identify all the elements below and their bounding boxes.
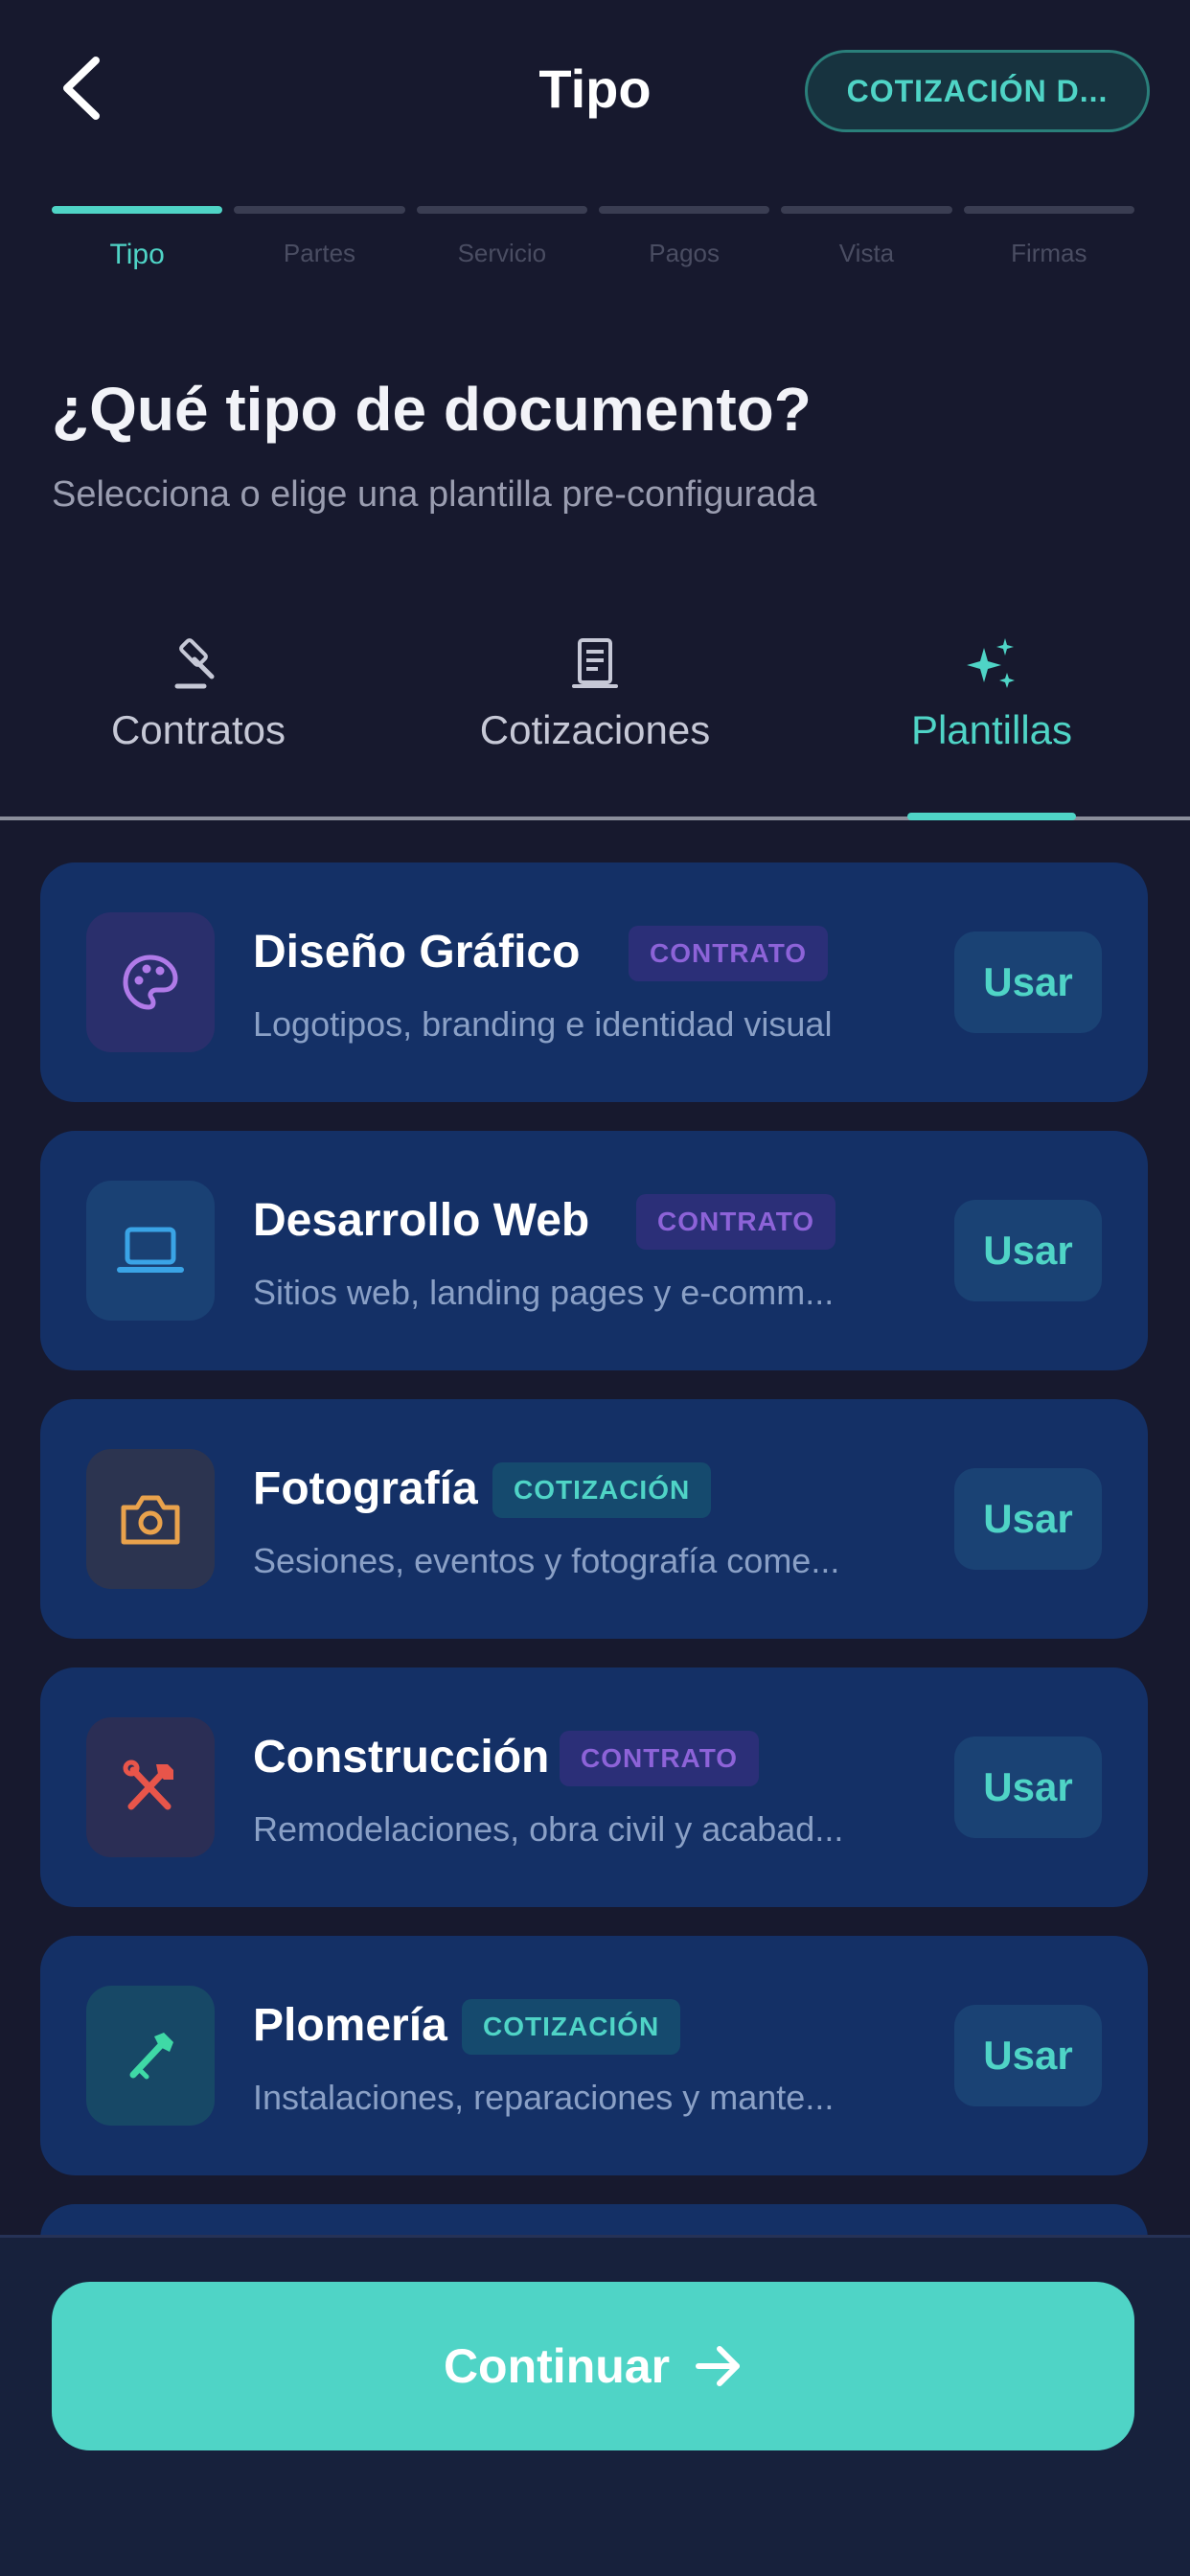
palette-icon <box>86 912 215 1052</box>
step-bar <box>416 206 587 214</box>
template-card[interactable]: Construcción CONTRATO Remodelaciones, ob… <box>40 1668 1148 1907</box>
use-template-button[interactable]: Usar <box>954 2005 1102 2106</box>
template-description: Instalaciones, reparaciones y mante... <box>253 2078 835 2117</box>
template-type-badge: COTIZACIÓN <box>462 1999 681 2055</box>
document-type-pill[interactable]: COTIZACIÓN D... <box>805 50 1150 132</box>
sparkles-icon <box>961 632 1022 694</box>
step-servicio[interactable]: Servicio <box>416 206 587 271</box>
tools-icon <box>86 1717 215 1857</box>
template-description: Sitios web, landing pages y e-comm... <box>253 1273 835 1312</box>
step-label: Servicio <box>457 239 547 267</box>
camera-icon <box>86 1449 215 1589</box>
continue-button[interactable]: Continuar <box>52 2282 1134 2450</box>
gavel-icon <box>168 632 229 694</box>
template-title: Desarrollo Web <box>253 1195 590 1246</box>
step-bar <box>963 206 1134 214</box>
step-bar <box>781 206 952 214</box>
tab-label: Plantillas <box>910 707 1073 752</box>
template-type-badge: CONTRATO <box>629 926 829 981</box>
step-bar <box>234 206 405 214</box>
template-card[interactable]: Diseño Gráfico CONTRATO Logotipos, brand… <box>40 862 1148 1102</box>
template-title: Fotografía <box>253 1463 478 1514</box>
step-label: Partes <box>283 239 356 267</box>
laptop-icon <box>86 1181 215 1321</box>
footer-bar: Continuar <box>0 2235 1190 2576</box>
template-description: Remodelaciones, obra civil y acabad... <box>253 1809 844 1849</box>
continue-label: Continuar <box>443 2339 671 2393</box>
step-bar <box>52 206 223 214</box>
step-label: Firmas <box>1011 239 1087 267</box>
template-type-badge: COTIZACIÓN <box>492 1462 712 1518</box>
template-type-badge: CONTRATO <box>636 1194 836 1250</box>
template-description: Sesiones, eventos y fotografía come... <box>253 1541 840 1580</box>
template-card[interactable]: Plomería COTIZACIÓN Instalaciones, repar… <box>40 1936 1148 2175</box>
use-template-button[interactable]: Usar <box>954 932 1102 1033</box>
step-label: Pagos <box>649 239 721 267</box>
use-template-button[interactable]: Usar <box>954 1200 1102 1301</box>
step-partes[interactable]: Partes <box>234 206 405 271</box>
tab-label: Cotizaciones <box>479 707 711 752</box>
tab-plantillas[interactable]: Plantillas <box>793 632 1190 820</box>
template-title: Plomería <box>253 2000 447 2051</box>
template-description: Logotipos, branding e identidad visual <box>253 1004 833 1044</box>
tab-label: Contratos <box>110 707 286 752</box>
step-pagos[interactable]: Pagos <box>598 206 770 271</box>
use-template-button[interactable]: Usar <box>954 1736 1102 1838</box>
template-title: Diseño Gráfico <box>253 927 581 978</box>
active-tab-indicator <box>907 813 1076 820</box>
progress-stepper: Tipo Partes Servicio Pagos Vista Firmas <box>52 206 1134 271</box>
use-template-button[interactable]: Usar <box>954 1468 1102 1570</box>
template-list: Diseño Gráfico CONTRATO Logotipos, brand… <box>40 862 1148 2204</box>
tab-cotizaciones[interactable]: Cotizaciones <box>397 632 793 816</box>
arrow-right-icon <box>696 2346 741 2386</box>
category-tabs: Contratos Cotizaciones Plantillas <box>0 632 1190 820</box>
section-heading: ¿Qué tipo de documento? <box>52 375 812 444</box>
section-subheading: Selecciona o elige una plantilla pre-con… <box>52 474 817 515</box>
document-icon <box>564 632 626 694</box>
step-label: Vista <box>838 239 895 267</box>
step-label: Tipo <box>109 239 165 270</box>
template-title: Construcción <box>253 1732 550 1782</box>
step-tipo[interactable]: Tipo <box>52 206 223 271</box>
template-card[interactable]: Fotografía COTIZACIÓN Sesiones, eventos … <box>40 1399 1148 1639</box>
header: Tipo COTIZACIÓN D... <box>0 0 1190 182</box>
template-type-badge: CONTRATO <box>560 1731 760 1786</box>
step-bar <box>598 206 770 214</box>
template-card[interactable]: Desarrollo Web CONTRATO Sitios web, land… <box>40 1131 1148 1370</box>
wrench-icon <box>86 1986 215 2126</box>
step-firmas[interactable]: Firmas <box>963 206 1134 271</box>
tab-contratos[interactable]: Contratos <box>0 632 397 816</box>
step-vista[interactable]: Vista <box>781 206 952 271</box>
